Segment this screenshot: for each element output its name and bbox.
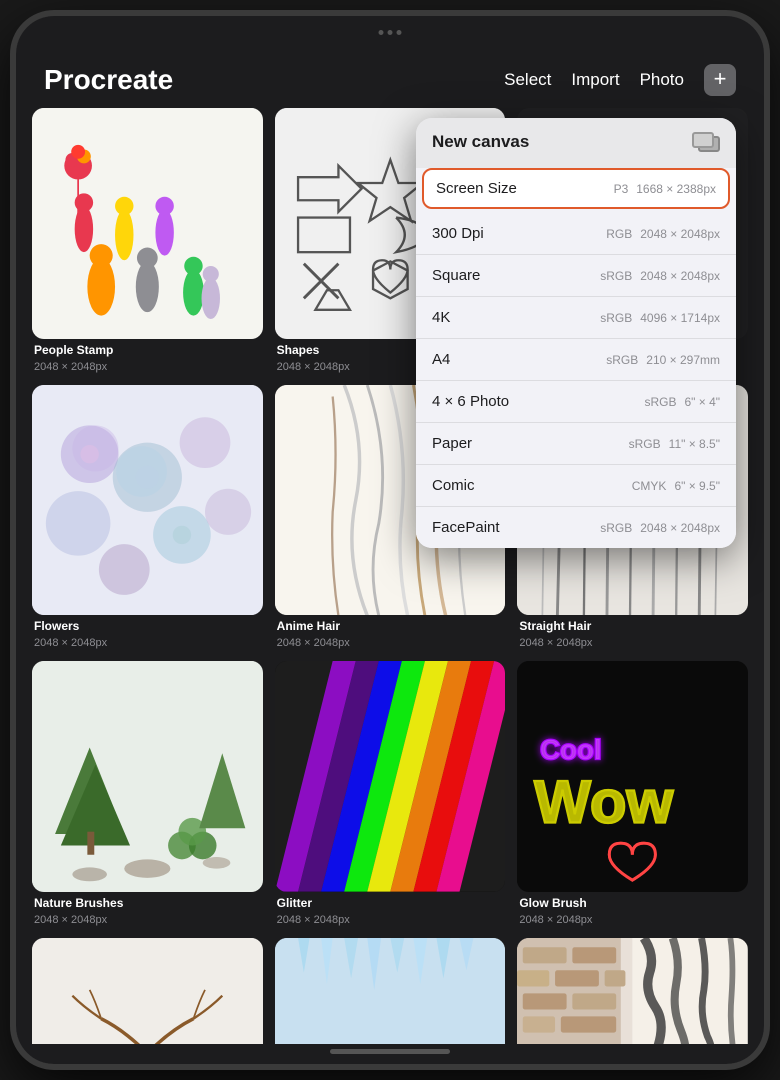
popup-item-color-profile: sRGB [600,521,632,535]
popup-item-color-profile: sRGB [606,353,638,367]
app-header: Procreate Select Import Photo + [16,52,764,108]
popup-item-dimensions: 4096 × 1714px [640,311,720,325]
canvas-option-comic[interactable]: Comic CMYK 6" × 9.5" [416,465,736,507]
canvas-option-300dpi[interactable]: 300 Dpi RGB 2048 × 2048px [416,213,736,255]
canvas-option-facepaint[interactable]: FacePaint sRGB 2048 × 2048px [416,507,736,548]
app-title: Procreate [44,64,504,96]
canvas-option-a4[interactable]: A4 sRGB 210 × 297mm [416,339,736,381]
popup-item-color-profile: P3 [614,182,629,196]
header-actions: Select Import Photo + [504,64,736,96]
new-canvas-popup: New canvas Screen Size P3 1668 × 2388px … [416,118,736,548]
popup-item-label: FacePaint [432,519,600,536]
popup-item-label: 300 Dpi [432,225,606,242]
canvas-option-screen-size[interactable]: Screen Size P3 1668 × 2388px [422,168,730,209]
popup-title: New canvas [432,132,529,152]
ipad-screen: Procreate Select Import Photo + [16,16,764,1064]
plus-icon: + [714,68,727,90]
popup-item-color-profile: RGB [606,227,632,241]
import-button[interactable]: Import [571,70,619,90]
canvas-option-paper[interactable]: Paper sRGB 11" × 8.5" [416,423,736,465]
new-canvas-button[interactable]: + [704,64,736,96]
popup-overlay: New canvas Screen Size P3 1668 × 2388px … [16,108,764,1064]
popup-item-color-profile: sRGB [600,311,632,325]
select-button[interactable]: Select [504,70,551,90]
popup-item-dimensions: 6" × 4" [684,395,720,409]
popup-item-color-profile: sRGB [600,269,632,283]
popup-item-label: 4K [432,309,600,326]
popup-item-dimensions: 210 × 297mm [646,353,720,367]
popup-item-color-profile: sRGB [629,437,661,451]
popup-item-dimensions: 2048 × 2048px [640,227,720,241]
canvas-option-4k[interactable]: 4K sRGB 4096 × 1714px [416,297,736,339]
popup-item-dimensions: 11" × 8.5" [669,437,720,451]
popup-item-label: Square [432,267,600,284]
popup-item-color-profile: CMYK [632,479,667,493]
photo-button[interactable]: Photo [640,70,684,90]
popup-item-dimensions: 2048 × 2048px [640,269,720,283]
popup-item-label: Comic [432,477,632,494]
popup-item-label: Screen Size [436,180,614,197]
canvas-option-4x6photo[interactable]: 4 × 6 Photo sRGB 6" × 4" [416,381,736,423]
top-camera-dots [379,30,402,35]
popup-item-dimensions: 6" × 9.5" [674,479,720,493]
layers-icon [692,132,720,152]
popup-item-color-profile: sRGB [644,395,676,409]
ipad-frame: Procreate Select Import Photo + [10,10,770,1070]
popup-item-dimensions: 1668 × 2388px [636,182,716,196]
popup-item-label: 4 × 6 Photo [432,393,644,410]
popup-item-label: A4 [432,351,606,368]
canvas-option-square[interactable]: Square sRGB 2048 × 2048px [416,255,736,297]
popup-canvas-list: Screen Size P3 1668 × 2388px 300 Dpi RGB… [416,168,736,548]
popup-item-label: Paper [432,435,629,452]
popup-header: New canvas [416,118,736,164]
popup-item-dimensions: 2048 × 2048px [640,521,720,535]
